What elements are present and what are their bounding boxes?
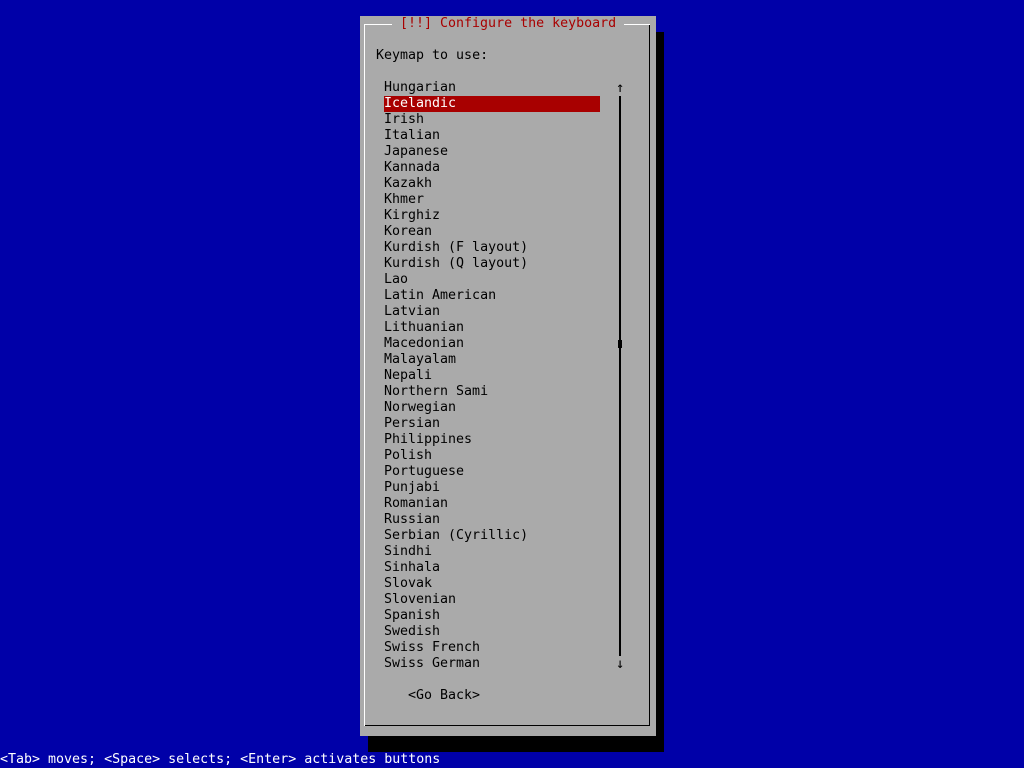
installer-screen: [!!] Configure the keyboard Keymap to us… [0,0,1024,768]
keymap-option[interactable]: Kazakh [384,176,600,192]
go-back-button[interactable]: <Go Back> [408,688,480,704]
keymap-option[interactable]: Lithuanian [384,320,600,336]
keymap-option[interactable]: Kirghiz [384,208,600,224]
keymap-option[interactable]: Hungarian [384,80,600,96]
keymap-option[interactable]: Swedish [384,624,600,640]
keymap-option[interactable]: Northern Sami [384,384,600,400]
keymap-option[interactable]: Kurdish (F layout) [384,240,600,256]
keymap-option[interactable]: Khmer [384,192,600,208]
scrollbar-thumb[interactable] [618,340,622,348]
keymap-option[interactable]: Kannada [384,160,600,176]
keymap-option[interactable]: Punjabi [384,480,600,496]
keymap-option[interactable]: Persian [384,416,600,432]
keymap-option[interactable]: Macedonian [384,336,600,352]
keymap-option[interactable]: Nepali [384,368,600,384]
keymap-option[interactable]: Norwegian [384,400,600,416]
keymap-option[interactable]: Spanish [384,608,600,624]
keymap-option[interactable]: Polish [384,448,600,464]
scroll-up-arrow-icon[interactable]: ↑ [616,80,624,96]
keymap-option[interactable]: Slovenian [384,592,600,608]
keymap-option[interactable]: Latin American [384,288,600,304]
keymap-option[interactable]: Slovak [384,576,600,592]
keymap-option[interactable]: Kurdish (Q layout) [384,256,600,272]
keymap-option[interactable]: Serbian (Cyrillic) [384,528,600,544]
help-line: <Tab> moves; <Space> selects; <Enter> ac… [0,752,1024,768]
keymap-option[interactable]: Russian [384,512,600,528]
keymap-option[interactable]: Icelandic [384,96,600,112]
keymap-option[interactable]: Sindhi [384,544,600,560]
scrollbar-track[interactable] [619,96,621,656]
keymap-option[interactable]: Latvian [384,304,600,320]
scroll-down-arrow-icon[interactable]: ↓ [616,656,624,672]
keymap-option[interactable]: Irish [384,112,600,128]
keymap-option[interactable]: Philippines [384,432,600,448]
keymap-option[interactable]: Japanese [384,144,600,160]
keymap-list[interactable]: Hungarian Icelandic Irish Italian Japanese Ka… [384,80,600,672]
keymap-option[interactable]: Lao [384,272,600,288]
keymap-option[interactable]: Malayalam [384,352,600,368]
keymap-option[interactable]: Korean [384,224,600,240]
keymap-option[interactable]: Swiss German [384,656,600,672]
keymap-option[interactable]: Swiss French [384,640,600,656]
keymap-option[interactable]: Sinhala [384,560,600,576]
keymap-option[interactable]: Italian [384,128,600,144]
dialog-title: [!!] Configure the keyboard [392,16,625,32]
keymap-prompt: Keymap to use: [376,48,489,63]
keymap-option[interactable]: Romanian [384,496,600,512]
keymap-option[interactable]: Portuguese [384,464,600,480]
